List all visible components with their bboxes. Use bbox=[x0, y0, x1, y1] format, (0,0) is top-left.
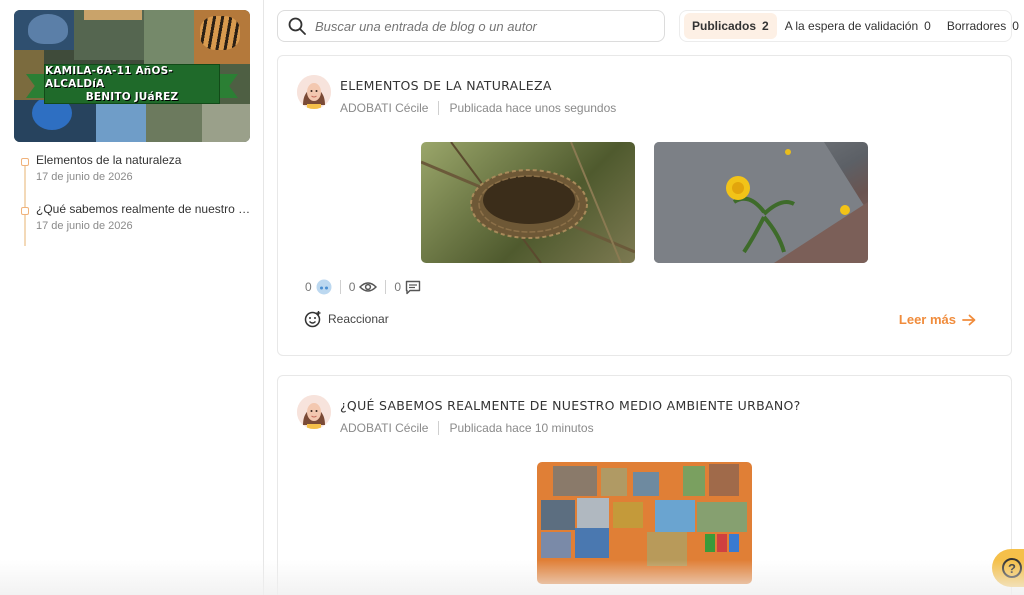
timeline-item-date: 17 de junio de 2026 bbox=[36, 171, 133, 183]
post-timeline: Elementos de la naturaleza 17 de junio d… bbox=[21, 152, 252, 250]
tab-label: Borradores bbox=[946, 19, 1007, 33]
search-input[interactable] bbox=[315, 18, 635, 34]
post-image-urban-collage[interactable] bbox=[537, 462, 752, 584]
status-tabs: Publicados 2 A la espera de validación 0… bbox=[679, 10, 1019, 42]
timeline-dot bbox=[21, 207, 29, 215]
react-button[interactable]: Reaccionar bbox=[304, 310, 389, 328]
reactions-count: 0 bbox=[305, 280, 312, 294]
tab-count: 0 bbox=[924, 19, 931, 33]
tab-label: A la espera de validación bbox=[784, 19, 919, 33]
post-meta: ADOBATI Cécile Publicada hace 10 minutos bbox=[340, 421, 594, 435]
avatar bbox=[297, 75, 331, 109]
blog-cover-image: KAMILA-6A-11 AñOS-ALCALDíA BENITO JUáREZ bbox=[14, 10, 250, 142]
help-icon: ? bbox=[1002, 558, 1022, 578]
banner-line-1: KAMILA-6A-11 AñOS-ALCALDíA bbox=[45, 64, 173, 90]
help-button[interactable]: ? bbox=[992, 549, 1024, 587]
post-card: ELEMENTOS DE LA NATURALEZA ADOBATI Cécil… bbox=[277, 55, 1012, 356]
stats-divider bbox=[339, 280, 341, 294]
add-reaction-icon bbox=[304, 311, 321, 328]
timeline-item-date: 17 de junio de 2026 bbox=[36, 220, 133, 232]
tab-label: Publicados bbox=[692, 19, 757, 33]
post-card: ¿QUÉ SABEMOS REALMENTE DE NUESTRO MEDIO … bbox=[277, 375, 1012, 595]
meta-divider bbox=[438, 421, 440, 435]
read-more-link[interactable]: Leer más bbox=[899, 312, 976, 327]
blog-cover-banner: KAMILA-6A-11 AñOS-ALCALDíA BENITO JUáREZ bbox=[44, 64, 220, 104]
post-meta: ADOBATI Cécile Publicada hace unos segun… bbox=[340, 101, 616, 115]
timeline-dot bbox=[21, 158, 29, 166]
post-author: ADOBATI Cécile bbox=[340, 421, 429, 435]
comments-count: 0 bbox=[394, 280, 402, 294]
avatar bbox=[297, 395, 331, 429]
search-box[interactable] bbox=[277, 10, 665, 42]
react-label: Reaccionar bbox=[328, 312, 389, 326]
tab-pending-validation[interactable]: A la espera de validación 0 bbox=[777, 13, 939, 39]
timeline-item[interactable]: Elementos de la naturaleza 17 de junio d… bbox=[21, 152, 252, 201]
timeline-item[interactable]: ¿Qué sabemos realmente de nuestro m… 17 … bbox=[21, 201, 252, 250]
meta-divider bbox=[438, 101, 440, 115]
views-count: 0 bbox=[348, 280, 356, 294]
post-title[interactable]: ELEMENTOS DE LA NATURALEZA bbox=[340, 78, 552, 93]
post-image-nest[interactable] bbox=[421, 142, 635, 263]
tab-drafts[interactable]: Borradores 0 bbox=[939, 13, 1024, 39]
toolbar: Publicados 2 A la espera de validación 0… bbox=[277, 10, 1019, 42]
post-stats: 0 0 0 bbox=[305, 279, 421, 295]
tab-count: 2 bbox=[762, 19, 769, 33]
comment-icon bbox=[405, 280, 421, 294]
timeline-item-title[interactable]: ¿Qué sabemos realmente de nuestro m… bbox=[36, 201, 252, 217]
reaction-icon bbox=[316, 279, 332, 295]
tab-count: 0 bbox=[1012, 19, 1019, 33]
eye-icon bbox=[359, 282, 378, 292]
banner-line-2: BENITO JUáREZ bbox=[85, 90, 179, 103]
stats-divider bbox=[385, 280, 387, 294]
post-author: ADOBATI Cécile bbox=[340, 101, 429, 115]
timeline-item-title[interactable]: Elementos de la naturaleza bbox=[36, 152, 252, 168]
search-icon bbox=[288, 17, 306, 35]
arrow-right-icon bbox=[962, 314, 976, 325]
tab-published[interactable]: Publicados 2 bbox=[684, 13, 777, 39]
post-published-time: Publicada hace 10 minutos bbox=[449, 421, 594, 435]
read-more-label: Leer más bbox=[898, 312, 956, 327]
post-published-time: Publicada hace unos segundos bbox=[449, 101, 617, 115]
post-image-dandelion[interactable] bbox=[654, 142, 868, 263]
sidebar: KAMILA-6A-11 AñOS-ALCALDíA BENITO JUáREZ… bbox=[0, 0, 264, 595]
post-title[interactable]: ¿QUÉ SABEMOS REALMENTE DE NUESTRO MEDIO … bbox=[340, 398, 801, 413]
